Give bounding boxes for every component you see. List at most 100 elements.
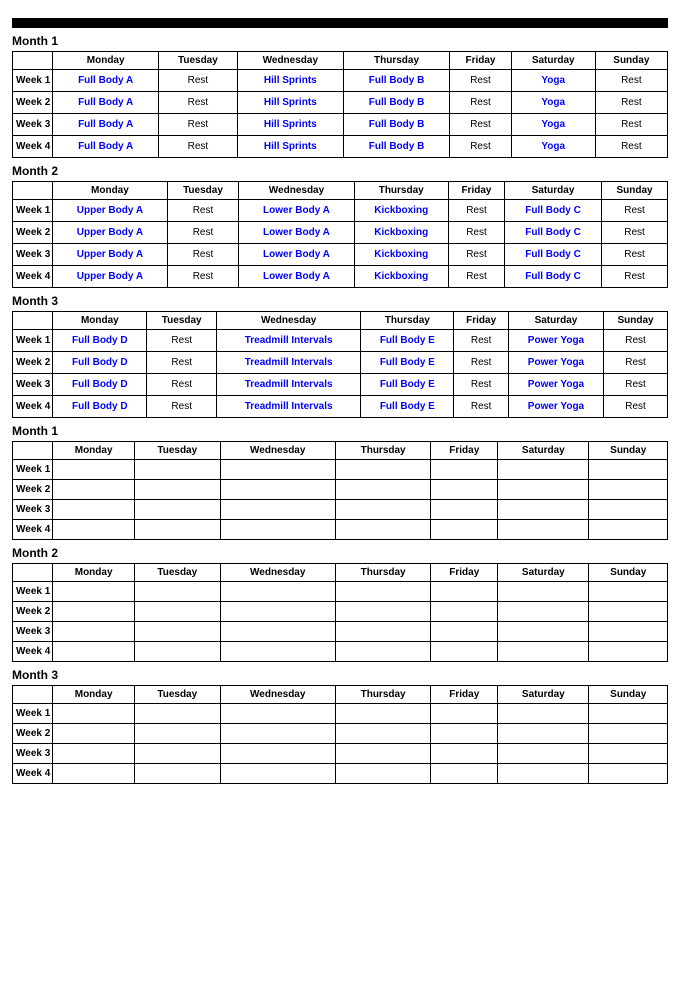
cell-0-0-5: Yoga <box>511 70 595 92</box>
empty-col-header-saturday-1: Saturday <box>498 564 589 582</box>
empty-cell-1-1-3 <box>335 602 430 622</box>
empty-cell-1-0-1 <box>134 582 220 602</box>
empty-cell-0-0-0 <box>53 460 135 480</box>
section-title-1: Month 2 <box>12 164 668 178</box>
empty-cell-0-1-4 <box>431 480 498 500</box>
empty-cell-0-0-1 <box>134 460 220 480</box>
empty-cell-2-3-1 <box>134 764 220 784</box>
schedule-table-0: MondayTuesdayWednesdayThursdayFridaySatu… <box>12 51 668 158</box>
col-header-monday: Monday <box>53 182 167 200</box>
empty-col-header-saturday-0: Saturday <box>498 442 589 460</box>
empty-cell-0-3-2 <box>220 520 335 540</box>
empty-cell-2-0-6 <box>589 704 668 724</box>
cell-2-3-1: Rest <box>147 396 217 418</box>
cell-2-1-2: Treadmill Intervals <box>217 352 361 374</box>
col-header-friday: Friday <box>454 312 508 330</box>
cell-1-1-2: Lower Body A <box>239 222 354 244</box>
cell-1-0-6: Rest <box>602 200 668 222</box>
empty-cell-0-2-3 <box>335 500 430 520</box>
col-header-sunday: Sunday <box>604 312 668 330</box>
empty-week-label-0-1: Week 2 <box>13 480 53 500</box>
empty-col-header-sunday-0: Sunday <box>589 442 668 460</box>
cell-1-0-5: Full Body C <box>505 200 602 222</box>
col-header-wednesday: Wednesday <box>217 312 361 330</box>
empty-cell-1-0-2 <box>220 582 335 602</box>
cell-0-0-0: Full Body A <box>53 70 159 92</box>
cell-2-2-2: Treadmill Intervals <box>217 374 361 396</box>
empty-section-title-1: Month 2 <box>12 546 668 560</box>
empty-week-label-2-2: Week 3 <box>13 744 53 764</box>
empty-cell-2-2-1 <box>134 744 220 764</box>
table-row: Week 1Full Body DRestTreadmill Intervals… <box>13 330 668 352</box>
empty-cell-2-0-2 <box>220 704 335 724</box>
empty-cell-1-0-6 <box>589 582 668 602</box>
cell-0-2-0: Full Body A <box>53 114 159 136</box>
cell-0-3-4: Rest <box>450 136 512 158</box>
empty-cell-0-2-0 <box>53 500 135 520</box>
empty-cell-1-0-0 <box>53 582 135 602</box>
cell-2-2-3: Full Body E <box>361 374 454 396</box>
empty-section-title-2: Month 3 <box>12 668 668 682</box>
empty-cell-2-3-5 <box>498 764 589 784</box>
cell-2-2-1: Rest <box>147 374 217 396</box>
cell-0-0-2: Hill Sprints <box>237 70 343 92</box>
empty-cell-0-0-6 <box>589 460 668 480</box>
empty-cell-0-1-2 <box>220 480 335 500</box>
empty-cell-2-3-0 <box>53 764 135 784</box>
cell-0-3-3: Full Body B <box>343 136 449 158</box>
empty-cell-0-2-5 <box>498 500 589 520</box>
empty-cell-1-3-6 <box>589 642 668 662</box>
empty-cell-1-0-4 <box>431 582 498 602</box>
empty-cell-0-0-2 <box>220 460 335 480</box>
empty-week-label-1-2: Week 3 <box>13 622 53 642</box>
cell-0-3-5: Yoga <box>511 136 595 158</box>
empty-schedule-table-2: MondayTuesdayWednesdayThursdayFridaySatu… <box>12 685 668 784</box>
empty-cell-1-3-2 <box>220 642 335 662</box>
cell-1-0-1: Rest <box>167 200 239 222</box>
cell-0-0-1: Rest <box>159 70 238 92</box>
cell-1-2-3: Kickboxing <box>354 244 448 266</box>
empty-week-label-0-0: Week 1 <box>13 460 53 480</box>
cell-2-2-5: Power Yoga <box>508 374 603 396</box>
empty-cell-0-0-3 <box>335 460 430 480</box>
cell-2-0-4: Rest <box>454 330 508 352</box>
cell-2-3-3: Full Body E <box>361 396 454 418</box>
table-row: Week 1Full Body ARestHill SprintsFull Bo… <box>13 70 668 92</box>
empty-table-row: Week 3 <box>13 622 668 642</box>
cell-2-0-3: Full Body E <box>361 330 454 352</box>
empty-cell-0-3-3 <box>335 520 430 540</box>
empty-cell-2-1-6 <box>589 724 668 744</box>
cell-0-1-5: Yoga <box>511 92 595 114</box>
week-label-1-0: Week 1 <box>13 200 53 222</box>
empty-cell-2-1-0 <box>53 724 135 744</box>
cell-2-2-0: Full Body D <box>53 374 147 396</box>
empty-cell-2-1-4 <box>431 724 498 744</box>
week-label-0-3: Week 4 <box>13 136 53 158</box>
col-header-wednesday: Wednesday <box>239 182 354 200</box>
empty-cell-0-2-2 <box>220 500 335 520</box>
empty-cell-2-2-5 <box>498 744 589 764</box>
empty-col-header-sunday-2: Sunday <box>589 686 668 704</box>
empty-cell-2-3-3 <box>335 764 430 784</box>
empty-section-title-0: Month 1 <box>12 424 668 438</box>
empty-cell-2-0-1 <box>134 704 220 724</box>
empty-cell-0-2-6 <box>589 500 668 520</box>
empty-week-label-1-1: Week 2 <box>13 602 53 622</box>
empty-cell-2-2-0 <box>53 744 135 764</box>
empty-schedule-table-1: MondayTuesdayWednesdayThursdayFridaySatu… <box>12 563 668 662</box>
cell-1-2-1: Rest <box>167 244 239 266</box>
table-row: Week 3Full Body ARestHill SprintsFull Bo… <box>13 114 668 136</box>
empty-cell-1-1-6 <box>589 602 668 622</box>
schedule-table-1: MondayTuesdayWednesdayThursdayFridaySatu… <box>12 181 668 288</box>
empty-cell-1-0-5 <box>498 582 589 602</box>
empty-col-header-tuesday-2: Tuesday <box>134 686 220 704</box>
cell-0-1-6: Rest <box>595 92 667 114</box>
empty-cell-0-1-1 <box>134 480 220 500</box>
empty-cell-2-2-4 <box>431 744 498 764</box>
empty-cell-0-1-6 <box>589 480 668 500</box>
table-row: Week 3Upper Body ARestLower Body AKickbo… <box>13 244 668 266</box>
empty-table-row: Week 4 <box>13 642 668 662</box>
empty-col-header-thursday-0: Thursday <box>335 442 430 460</box>
col-header-saturday: Saturday <box>508 312 603 330</box>
week-label-2-3: Week 4 <box>13 396 53 418</box>
